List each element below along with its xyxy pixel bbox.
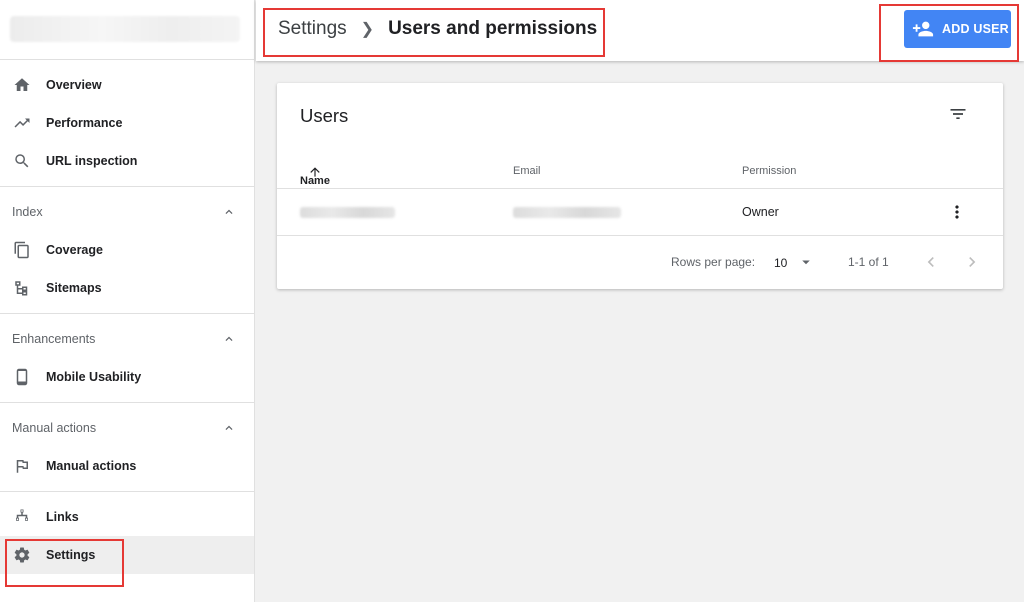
sidebar-item-url-inspection[interactable]: URL inspection bbox=[0, 142, 254, 180]
sidebar-item-coverage[interactable]: Coverage bbox=[0, 231, 254, 269]
sidebar-section-manual-actions: Manual actions Manual actions bbox=[0, 403, 254, 492]
sidebar-item-sitemaps[interactable]: Sitemaps bbox=[0, 269, 254, 307]
sidebar-item-label: Manual actions bbox=[46, 459, 137, 473]
section-title: Manual actions bbox=[12, 421, 97, 435]
sidebar-section-main: Overview Performance URL inspection bbox=[0, 60, 254, 187]
gear-icon bbox=[12, 545, 32, 565]
rows-per-page-value: 10 bbox=[774, 256, 788, 270]
coverage-icon bbox=[12, 240, 32, 260]
sidebar-item-label: Coverage bbox=[46, 243, 103, 257]
section-title: Enhancements bbox=[12, 332, 96, 346]
add-user-label: ADD USER bbox=[942, 22, 1009, 36]
sidebar-item-label: Overview bbox=[46, 78, 102, 92]
next-page-button[interactable] bbox=[961, 251, 983, 273]
sidebar-item-settings[interactable]: Settings bbox=[0, 536, 254, 574]
row-menu-button[interactable] bbox=[946, 201, 968, 223]
section-title: Index bbox=[12, 205, 43, 219]
column-label: Name bbox=[300, 175, 330, 187]
chevron-right-icon bbox=[969, 257, 976, 267]
user-name-redacted bbox=[300, 207, 395, 218]
sidebar-item-label: Sitemaps bbox=[46, 281, 102, 295]
section-header-manual-actions[interactable]: Manual actions bbox=[0, 409, 254, 447]
home-icon bbox=[12, 75, 32, 95]
top-header: Settings ❯ Users and permissions ADD USE… bbox=[256, 0, 1024, 61]
sidebar-section-index: Index Coverage Sitemaps bbox=[0, 187, 254, 314]
sidebar-item-label: URL inspection bbox=[46, 154, 138, 168]
sidebar-item-label: Performance bbox=[46, 116, 123, 130]
filter-icon bbox=[950, 109, 966, 119]
sidebar-item-overview[interactable]: Overview bbox=[0, 66, 254, 104]
sidebar-item-mobile-usability[interactable]: Mobile Usability bbox=[0, 358, 254, 396]
sidebar-item-label: Settings bbox=[46, 548, 96, 562]
search-icon bbox=[12, 151, 32, 171]
card-title: Users bbox=[300, 105, 349, 126]
section-header-enhancements[interactable]: Enhancements bbox=[0, 320, 254, 358]
breadcrumb-settings-link[interactable]: Settings bbox=[278, 18, 347, 40]
add-user-button[interactable]: ADD USER bbox=[904, 10, 1011, 48]
chevron-right-icon: ❯ bbox=[360, 21, 375, 38]
previous-page-button[interactable] bbox=[920, 251, 942, 273]
page-title: Users and permissions bbox=[388, 18, 598, 39]
users-card: Users Name Email Permission Owner Rows p… bbox=[277, 83, 1003, 289]
person-add-icon bbox=[912, 21, 934, 37]
sidebar-item-label: Links bbox=[46, 510, 79, 524]
property-name-redacted bbox=[10, 16, 240, 42]
chevron-up-icon bbox=[225, 209, 233, 214]
property-selector[interactable] bbox=[0, 0, 254, 60]
column-header-name[interactable]: Name bbox=[300, 165, 330, 187]
sidebar-section-enhancements: Enhancements Mobile Usability bbox=[0, 314, 254, 403]
chevron-up-icon bbox=[225, 425, 233, 430]
rows-per-page-select[interactable]: 10 bbox=[774, 255, 815, 271]
sitemap-icon bbox=[12, 278, 32, 298]
sidebar-item-manual-actions[interactable]: Manual actions bbox=[0, 447, 254, 485]
column-header-email[interactable]: Email bbox=[513, 165, 541, 177]
section-header-index[interactable]: Index bbox=[0, 193, 254, 231]
mobile-icon bbox=[12, 367, 32, 387]
table-row[interactable]: Owner bbox=[277, 189, 1003, 236]
dropdown-arrow-icon bbox=[802, 260, 811, 265]
chevron-up-icon bbox=[225, 336, 233, 341]
filter-button[interactable] bbox=[945, 101, 971, 127]
trending-up-icon bbox=[12, 113, 32, 133]
flag-icon bbox=[12, 456, 32, 476]
sidebar-item-performance[interactable]: Performance bbox=[0, 104, 254, 142]
breadcrumb: Settings ❯ Users and permissions bbox=[278, 18, 597, 40]
sidebar: Overview Performance URL inspection Inde… bbox=[0, 0, 255, 602]
sidebar-item-links[interactable]: Links bbox=[0, 498, 254, 536]
column-header-permission[interactable]: Permission bbox=[742, 165, 796, 177]
sidebar-section-bottom: Links Settings bbox=[0, 492, 254, 574]
table-header: Name Email Permission bbox=[277, 155, 1003, 189]
rows-per-page-label: Rows per page: bbox=[671, 255, 756, 269]
links-icon bbox=[12, 507, 32, 527]
more-vert-icon bbox=[955, 205, 959, 219]
chevron-left-icon bbox=[927, 257, 934, 267]
user-permission: Owner bbox=[742, 205, 779, 219]
sidebar-item-label: Mobile Usability bbox=[46, 370, 142, 384]
table-pagination: Rows per page: 10 1-1 of 1 bbox=[277, 237, 1003, 289]
pagination-range: 1-1 of 1 bbox=[848, 255, 889, 269]
user-email-redacted bbox=[513, 207, 621, 218]
